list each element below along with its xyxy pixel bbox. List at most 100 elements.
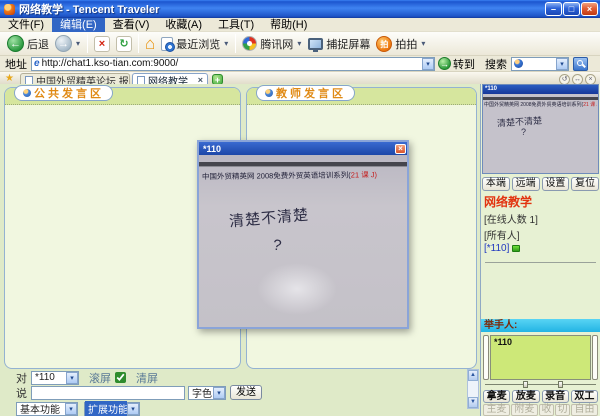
tencent-icon (242, 36, 257, 51)
forward-icon: → (55, 35, 72, 52)
recipient-value: *110 (32, 372, 66, 383)
message-input[interactable] (31, 386, 185, 400)
recipient-dropdown-icon[interactable]: ▾ (66, 372, 78, 384)
webcam-status-icon (512, 245, 520, 252)
menu-file[interactable]: 文件(F) (0, 18, 52, 32)
aux-mic-button[interactable]: 附麦 (511, 404, 538, 416)
back-button[interactable]: ← 后退 (4, 34, 52, 53)
stop-button[interactable]: × (91, 35, 113, 53)
whiteboard-text-small: 中国外贸精英网 2008免费外贸英语培训系列(21 课 J) (484, 101, 597, 108)
composer-scrollbar[interactable]: ▲ ▼ (467, 369, 479, 409)
recipient-select[interactable]: *110 ▾ (31, 371, 79, 385)
font-color-dropdown-icon[interactable]: ▾ (213, 387, 225, 399)
whiteboard-question: 清楚不清楚 (228, 204, 310, 232)
page-favicon: e (32, 58, 42, 69)
menu-edit[interactable]: 编辑(E) (52, 18, 105, 32)
slider-handle[interactable] (523, 381, 528, 388)
public-panel-bubble: 公共发言区 (14, 85, 113, 101)
volume-meter-right[interactable] (592, 335, 598, 380)
record-button[interactable]: 录音 (542, 390, 569, 403)
raised-hands-label: 举手人: (481, 319, 600, 332)
url-dropdown-button[interactable]: ▾ (422, 58, 434, 70)
sidebar: *110 中国外贸精英网 2008免费外贸英语培训系列(21 课 J) 清楚不清… (480, 84, 600, 416)
everyone-item[interactable]: [所有人] (484, 227, 600, 242)
search-engine-select[interactable]: ▾ (511, 57, 569, 71)
paipai-dropdown-icon[interactable]: ▾ (420, 39, 426, 48)
send-button[interactable]: 发送 (230, 385, 262, 400)
menu-tools[interactable]: 工具(T) (210, 18, 262, 32)
close-button[interactable]: × (581, 2, 598, 16)
menu-view[interactable]: 查看(V) (105, 18, 158, 32)
scroll-down-icon[interactable]: ▼ (468, 397, 478, 408)
duplex-button[interactable]: 双工 (571, 390, 598, 403)
paipai-icon: 拍 (376, 36, 392, 52)
tencent-dropdown-icon[interactable]: ▾ (296, 39, 302, 48)
basic-functions-label: 基本功能 (17, 401, 65, 416)
search-engine-icon (514, 59, 523, 68)
back-icon: ← (7, 35, 24, 52)
forward-dropdown-icon[interactable]: ▾ (75, 39, 81, 48)
refresh-button[interactable]: ↻ (113, 35, 135, 53)
extended-functions-dropdown-icon[interactable]: ▾ (127, 403, 139, 415)
remote-button[interactable]: 远端 (512, 177, 540, 191)
basic-functions-select[interactable]: 基本功能 ▾ (16, 402, 78, 416)
popup-titlebar[interactable]: *110 × (199, 142, 407, 155)
paipai-button[interactable]: 拍 拍拍 ▾ (373, 35, 429, 53)
basic-functions-dropdown-icon[interactable]: ▾ (65, 403, 77, 415)
user-item[interactable]: [*110] (484, 243, 600, 254)
whiteboard-title-line: 中国外贸精英网 2008免费外贸英语培训系列(21 课 J) (202, 169, 406, 182)
main-mic-button[interactable]: 主麦 (483, 404, 510, 416)
popup-close-button[interactable]: × (395, 144, 406, 154)
switch-button[interactable]: 切 (555, 404, 570, 416)
mic-queue-row: *110 (483, 335, 598, 380)
whiteboard-text-red: 21 课 J) (583, 102, 597, 108)
reset-button[interactable]: 复位 (571, 177, 599, 191)
release-mic-button[interactable]: 放麦 (512, 390, 539, 403)
receive-button[interactable]: 收 (539, 404, 554, 416)
toolbar-separator (138, 34, 139, 53)
take-mic-button[interactable]: 拿麦 (483, 390, 510, 403)
recent-label: 最近浏览 (176, 36, 220, 52)
forward-button[interactable]: → ▾ (52, 34, 84, 53)
volume-meter-left[interactable] (483, 335, 489, 380)
search-dropdown-button[interactable]: ▾ (556, 58, 568, 70)
autoscroll-checkbox[interactable] (115, 372, 126, 383)
video-control-buttons: 本端 远端 设置 复位 (482, 177, 599, 191)
webcam-popup-window[interactable]: *110 × 中国外贸精英网 2008免费外贸英语培训系列(21 课 J) 清楚… (197, 140, 409, 329)
volume-slider[interactable] (485, 380, 596, 388)
search-icon (577, 60, 583, 66)
url-field: e ▾ (31, 57, 435, 71)
slider-handle[interactable] (558, 381, 563, 388)
popup-title: *110 (199, 144, 395, 154)
tencent-label: 腾讯网 (260, 36, 293, 52)
mic-user-list[interactable]: *110 (490, 335, 591, 380)
paipai-label: 拍拍 (395, 36, 417, 52)
go-button[interactable]: → 转到 (438, 56, 475, 72)
menu-help[interactable]: 帮助(H) (262, 18, 315, 32)
menu-bar: 文件(F) 编辑(E) 查看(V) 收藏(A) 工具(T) 帮助(H) (0, 18, 600, 32)
message-composer: 对 *110 ▾ 滚屏 清屏 说 字色 ▾ 发送 基本 (0, 368, 466, 416)
extended-functions-select[interactable]: 扩展功能 ▾ (84, 402, 140, 416)
maximize-button[interactable]: □ (563, 2, 580, 16)
capture-label: 捕捉屏幕 (326, 36, 370, 52)
menu-favorites[interactable]: 收藏(A) (157, 18, 210, 32)
search-button[interactable] (573, 57, 588, 71)
video-thumbnail-titlebar: *110 (483, 85, 598, 94)
home-button[interactable]: ⌂ (142, 34, 158, 53)
font-color-select[interactable]: 字色 ▾ (188, 386, 226, 400)
whiteboard-glare (257, 263, 337, 315)
video-thumbnail[interactable]: *110 中国外贸精英网 2008免费外贸英语培训系列(21 课 J) 清楚不清… (482, 84, 599, 174)
recent-dropdown-icon[interactable]: ▾ (223, 39, 229, 48)
local-button[interactable]: 本端 (482, 177, 510, 191)
recent-button[interactable]: 最近浏览 ▾ (158, 35, 232, 53)
capture-screen-button[interactable]: 捕捉屏幕 (305, 35, 373, 53)
scroll-up-icon[interactable]: ▲ (468, 370, 478, 381)
tencent-button[interactable]: 腾讯网 ▾ (239, 35, 305, 53)
sidebar-divider (485, 262, 596, 263)
free-mode-button[interactable]: 自由 (571, 404, 598, 416)
url-input[interactable] (42, 58, 422, 70)
clear-screen-link[interactable]: 清屏 (136, 370, 158, 386)
to-label: 对 (16, 370, 27, 386)
minimize-button[interactable]: – (545, 2, 562, 16)
settings-button[interactable]: 设置 (542, 177, 570, 191)
